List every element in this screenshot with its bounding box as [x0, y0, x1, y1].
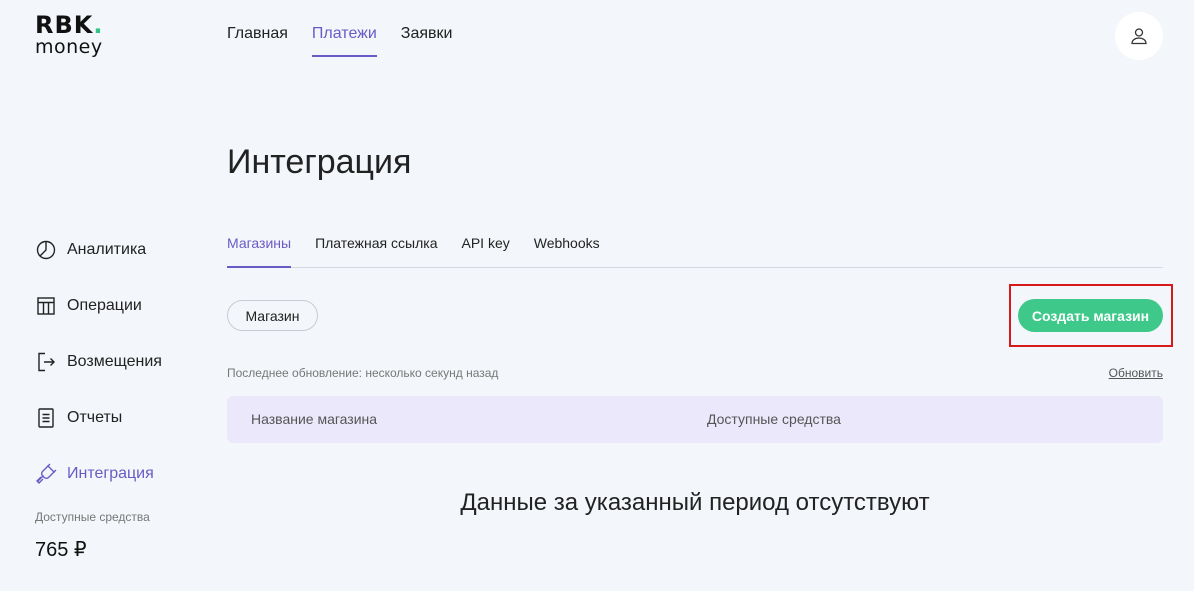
- empty-state-message: Данные за указанный период отсутствуют: [460, 489, 930, 516]
- logo-subtext: money: [35, 36, 103, 58]
- pie-chart-icon: [35, 239, 57, 261]
- sidebar-item-label: Аналитика: [67, 241, 147, 258]
- tab-webhooks[interactable]: Webhooks: [534, 235, 600, 268]
- plug-icon: [35, 463, 57, 485]
- sidebar-item-analytics[interactable]: Аналитика: [35, 222, 162, 278]
- logo[interactable]: RBK. money: [35, 12, 145, 62]
- refresh-link[interactable]: Обновить: [1109, 366, 1163, 380]
- document-icon: [35, 407, 57, 429]
- funds-value: 765 ₽: [35, 539, 87, 561]
- table-icon: [35, 295, 57, 317]
- user-icon: [1131, 28, 1147, 45]
- last-update-text: Последнее обновление: несколько секунд н…: [227, 366, 499, 380]
- sidebar-item-reports[interactable]: Отчеты: [35, 390, 162, 446]
- tab-shops[interactable]: Магазины: [227, 235, 292, 268]
- user-avatar-button[interactable]: [1115, 12, 1163, 60]
- sidebar-item-label: Возмещения: [67, 353, 162, 370]
- create-shop-button[interactable]: Создать магазин: [1018, 299, 1163, 332]
- top-nav-item-payments[interactable]: Платежи: [311, 25, 377, 57]
- top-nav: Главная Платежи Заявки: [227, 25, 476, 57]
- logo-wordmark: RBK.: [35, 11, 104, 39]
- sidebar-item-label: Операции: [67, 297, 142, 314]
- column-header-shop-name: Название магазина: [251, 411, 378, 427]
- table-header: Название магазина Доступные средства: [227, 396, 1163, 443]
- sidebar-item-integration[interactable]: Интеграция: [35, 446, 162, 502]
- page-title: Интеграция: [227, 143, 412, 181]
- top-nav-item-requests[interactable]: Заявки: [401, 25, 453, 57]
- column-header-available-funds: Доступные средства: [707, 411, 841, 427]
- shop-filter-chip[interactable]: Магазин: [227, 300, 318, 331]
- sidebar-item-label: Интеграция: [67, 465, 154, 482]
- top-nav-item-home[interactable]: Главная: [227, 25, 288, 57]
- integration-tabs: Магазины Платежная ссылка API key Webhoo…: [227, 235, 1163, 268]
- tab-payment-link[interactable]: Платежная ссылка: [315, 235, 437, 268]
- sidebar-item-operations[interactable]: Операции: [35, 278, 162, 334]
- sidebar-item-refunds[interactable]: Возмещения: [35, 334, 162, 390]
- funds-label: Доступные средства: [35, 510, 150, 524]
- sidebar: Аналитика Операции Возмещения Отчеты Инт…: [35, 222, 162, 502]
- refund-icon: [35, 351, 57, 373]
- sidebar-item-label: Отчеты: [67, 409, 123, 426]
- tab-api-key[interactable]: API key: [461, 235, 509, 268]
